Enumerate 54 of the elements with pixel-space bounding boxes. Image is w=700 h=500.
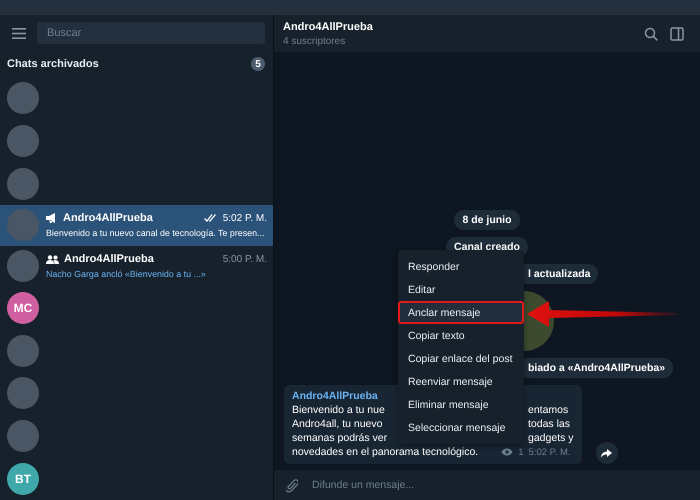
avatar-photo-placeholder[interactable] — [7, 82, 39, 114]
message-text: Andro4all, tu nuevo — [292, 418, 384, 430]
avatar-photo-placeholder[interactable] — [7, 420, 39, 452]
message-time: 5:02 P. M. — [528, 446, 571, 458]
message-text: Bienvenido a tu nue — [292, 404, 386, 416]
avatar-photo-placeholder[interactable] — [7, 168, 39, 200]
sidebar-panel-icon[interactable] — [670, 26, 684, 40]
group-icon — [46, 254, 59, 264]
service-message: biado a «Andro4AllPrueba» — [524, 358, 674, 378]
count-badge: 5 — [251, 57, 265, 71]
initials-avatar[interactable]: MC — [7, 292, 39, 324]
chat-time: 5:00 P. M. — [222, 254, 267, 265]
chat-name: Andro4AllPrueba — [63, 212, 154, 224]
avatar-photo-placeholder — [7, 250, 39, 282]
chat-time: 5:02 P. M. — [222, 212, 267, 224]
avatar-photo-placeholder — [7, 209, 39, 242]
message-input[interactable]: Difunde un mensaje... — [310, 478, 688, 492]
subscriber-count: 4 suscriptores — [283, 36, 346, 46]
menu-item[interactable]: Responder — [398, 255, 524, 278]
menu-icon[interactable] — [12, 28, 26, 38]
service-message: l actualizada — [524, 264, 598, 284]
share-arrow-icon — [601, 448, 612, 458]
menu-item[interactable]: Anclar mensaje — [398, 301, 524, 324]
chat-name: Andro4AllPrueba — [64, 253, 155, 266]
megaphone-icon — [46, 213, 58, 224]
menu-item[interactable]: Eliminar mensaje — [398, 393, 524, 416]
archived-chats-title: Chats archivados — [7, 58, 99, 70]
chat-list-item[interactable]: Andro4AllPrueba 5:02 P. M. Bienvenido a tu nuevo canal de tecnología. Te presen... — [0, 205, 273, 246]
eye-icon — [501, 448, 514, 456]
forward-button[interactable] — [596, 442, 618, 464]
chat-list-item[interactable]: Andro4AllPrueba 5:00 P. M. Nacho Garga ancló «Bienvenido a tu ...» — [0, 246, 273, 287]
service-message: 8 de junio — [454, 210, 520, 230]
message-composer[interactable]: Difunde un mensaje... — [274, 470, 700, 500]
view-count: 1 — [518, 446, 524, 458]
message-text: todas las — [528, 418, 570, 430]
search-field[interactable]: Buscar — [37, 22, 265, 44]
menu-item[interactable]: Reenviar mensaje — [398, 370, 524, 393]
paperclip-icon[interactable] — [286, 477, 298, 493]
avatar-photo-placeholder[interactable] — [7, 125, 39, 158]
menu-item[interactable]: Copiar enlace del post — [398, 347, 524, 370]
avatar-photo-placeholder[interactable] — [7, 334, 39, 367]
message-sender: Andro4AllPrueba — [292, 390, 379, 402]
chat-preview: Nacho Garga ancló «Bienvenido a tu ...» — [46, 269, 206, 280]
message-text: semanas podrás ver — [292, 432, 388, 444]
message-text: novedades en el panorama tecnológico. — [292, 446, 478, 458]
avatar-photo-placeholder[interactable] — [7, 377, 39, 410]
message-text: entamos — [528, 404, 568, 416]
chat-preview: Bienvenido a tu nuevo canal de tecnología. Te presen... — [46, 228, 264, 238]
menu-item[interactable]: Seleccionar mensaje — [398, 416, 524, 439]
menu-item[interactable]: Copiar texto — [398, 324, 524, 347]
message-text: gadgets y — [528, 432, 574, 444]
menu-item[interactable]: Editar — [398, 278, 524, 301]
channel-title: Andro4AllPrueba — [283, 20, 374, 32]
search-icon[interactable] — [644, 26, 658, 40]
